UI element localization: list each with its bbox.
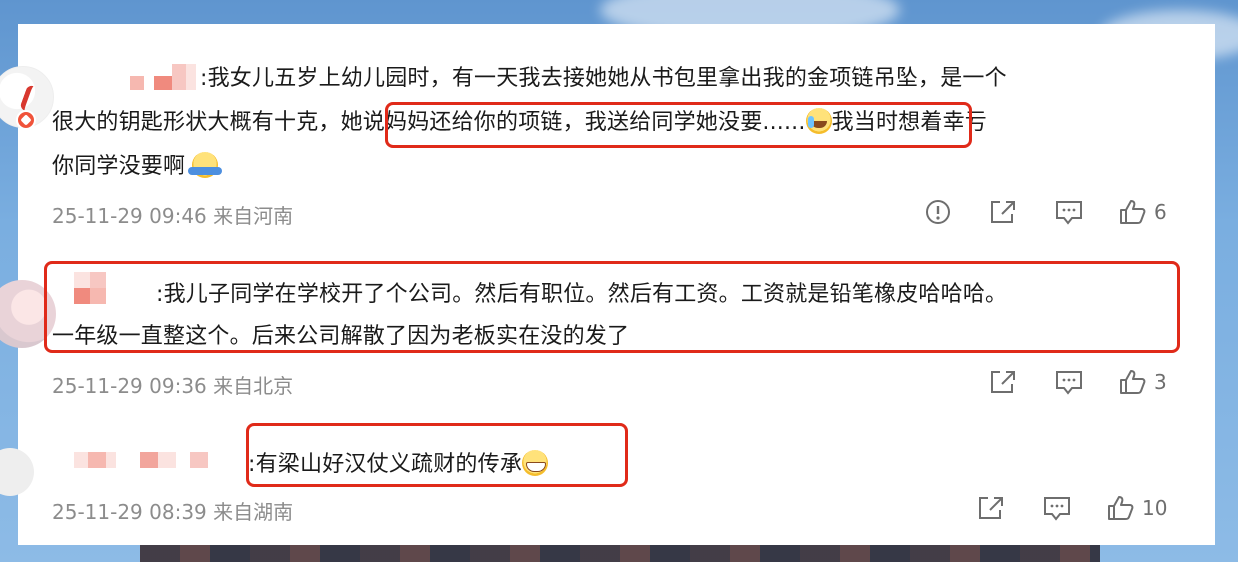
comment-text-line: 你同学没要啊	[52, 148, 223, 186]
like-count: 6	[1154, 200, 1167, 224]
like-count: 10	[1142, 496, 1168, 520]
thumbs-up-icon	[1120, 370, 1146, 394]
comment-text-line: :我女儿五岁上幼儿园时，有一天我去接她她从书包里拿出我的金项链吊坠，是一个	[200, 66, 1007, 91]
comment-icon	[1044, 497, 1070, 521]
comment-icon	[1056, 371, 1082, 395]
report-icon	[926, 200, 950, 224]
comment-timestamp: 25-11-29 09:36 来自北京	[52, 374, 294, 398]
share-icon	[991, 201, 1015, 223]
like-button[interactable]: 6	[1118, 198, 1167, 226]
background-image-strip	[140, 545, 1100, 562]
like-button[interactable]: 3	[1118, 368, 1167, 396]
report-button[interactable]	[924, 198, 952, 226]
thumbs-up-icon	[1108, 496, 1134, 520]
verified-badge-icon	[16, 110, 36, 130]
thumbs-up-icon	[1120, 200, 1146, 224]
comment-text: 你同学没要啊	[52, 154, 186, 179]
reply-button[interactable]	[1042, 494, 1072, 522]
comments-panel: :我女儿五岁上幼儿园时，有一天我去接她她从书包里拿出我的金项链吊坠，是一个 很大…	[0, 24, 1215, 545]
highlight-box	[385, 102, 972, 148]
share-icon	[979, 497, 1003, 519]
comment-timestamp: 25-11-29 09:46 来自河南	[52, 204, 294, 228]
share-button[interactable]	[988, 198, 1018, 226]
comment-text: 很大的钥匙形状大概有十克，	[52, 110, 341, 135]
share-button[interactable]	[976, 494, 1006, 522]
highlight-box	[246, 423, 628, 487]
highlight-box	[44, 261, 1180, 353]
username-mosaic[interactable]	[130, 64, 196, 90]
like-count: 3	[1154, 370, 1167, 394]
comment-timestamp: 25-11-29 08:39 来自湖南	[52, 500, 294, 524]
reply-button[interactable]	[1054, 198, 1084, 226]
comment-icon	[1056, 201, 1082, 225]
reply-button[interactable]	[1054, 368, 1084, 396]
like-button[interactable]: 10	[1106, 494, 1167, 522]
share-button[interactable]	[988, 368, 1018, 396]
hug-emoji-icon	[188, 152, 223, 178]
share-icon	[991, 371, 1015, 393]
username-mosaic[interactable]	[74, 452, 208, 468]
avatar[interactable]	[0, 448, 34, 496]
